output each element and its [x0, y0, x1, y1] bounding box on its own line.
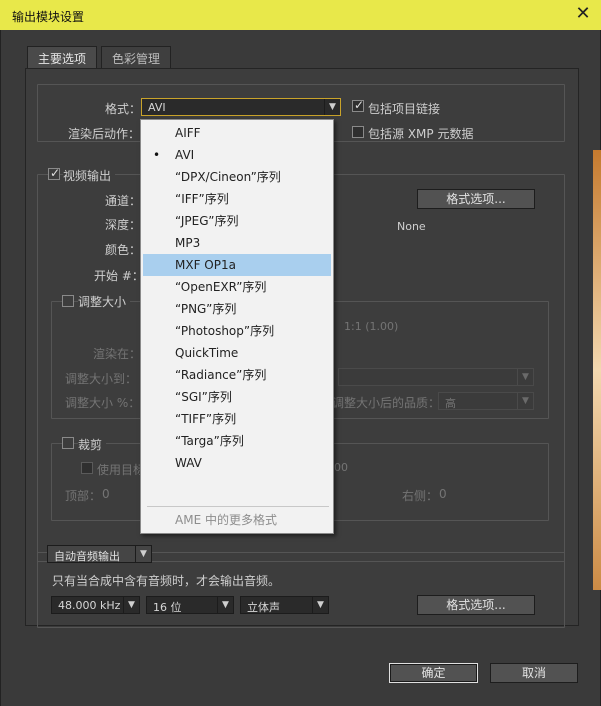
menu-item-label: QuickTime — [175, 346, 239, 360]
sample-rate-value: 48.000 kHz — [58, 599, 121, 612]
channels-value: 立体声 — [247, 601, 280, 614]
menu-item-label: “PNG”序列 — [175, 302, 237, 316]
menu-item-label: MXF OP1a — [175, 258, 236, 272]
menu-item-label: “TIFF”序列 — [175, 412, 237, 426]
chevron-down-icon: ▼ — [517, 369, 533, 385]
menu-item-aiff[interactable]: AIFF — [143, 122, 331, 144]
chevron-down-icon: ▼ — [517, 393, 533, 409]
menu-item-jpeg[interactable]: “JPEG”序列 — [143, 210, 331, 232]
menu-item-mp3[interactable]: MP3 — [143, 232, 331, 254]
close-icon[interactable]: ✕ — [573, 4, 593, 24]
menu-item-label: “OpenEXR”序列 — [175, 280, 267, 294]
resize-quality-value: 高 — [445, 397, 456, 410]
menu-item-label: AVI — [175, 148, 195, 162]
menu-item-wav[interactable]: WAV — [143, 452, 331, 474]
bit-depth-value: 16 位 — [153, 601, 182, 614]
color-label: 颜色： — [105, 243, 142, 257]
audio-mode-value: 自动音频输出 — [54, 550, 120, 563]
sample-rate-select[interactable]: 48.000 kHz ▼ — [51, 596, 140, 614]
include-project-link-label: 包括项目链接 — [368, 102, 441, 116]
menu-item-label: “Radiance”序列 — [175, 368, 267, 382]
menu-item-label: AIFF — [175, 126, 201, 140]
menu-item-mxf[interactable]: MXF OP1a — [143, 254, 331, 276]
dialog: 主要选项 色彩管理 格式： AVI ▼ 包括项目链接 渲染后动作： 包括源 XM… — [0, 30, 601, 706]
menu-item-quicktime[interactable]: QuickTime — [143, 342, 331, 364]
bit-depth-select[interactable]: 16 位 ▼ — [146, 596, 234, 614]
menu-item-label: MP3 — [175, 236, 201, 250]
format-select-value: AVI — [148, 101, 166, 114]
include-project-link-checkbox[interactable] — [352, 98, 364, 112]
window-title: 输出模块设置 — [12, 10, 85, 24]
crop-header: 裁剪 — [78, 436, 107, 453]
menu-item-radiance[interactable]: “Radiance”序列 — [143, 364, 331, 386]
menu-item-label: “DPX/Cineon”序列 — [175, 170, 281, 184]
menu-item-openexr[interactable]: “OpenEXR”序列 — [143, 276, 331, 298]
video-output-header: 视频输出 — [63, 167, 116, 184]
resize-to-label: 调整大小到： — [65, 372, 138, 386]
video-format-options-button[interactable]: 格式选项... — [417, 189, 535, 209]
crop-value-00: 00 — [334, 461, 348, 474]
format-dropdown-menu: AIFF • AVI “DPX/Cineon”序列 “IFF”序列 “JPEG”序… — [140, 119, 334, 534]
menu-item-photoshop[interactable]: “Photoshop”序列 — [143, 320, 331, 342]
menu-item-label: “Photoshop”序列 — [175, 324, 275, 338]
menu-item-label: WAV — [175, 456, 202, 470]
use-target-label: 使用目标 — [97, 463, 146, 477]
menu-item-png[interactable]: “PNG”序列 — [143, 298, 331, 320]
resize-to-select[interactable]: ▼ — [338, 368, 534, 386]
resize-checkbox[interactable] — [62, 295, 74, 307]
tab-main-options[interactable]: 主要选项 — [27, 46, 98, 68]
background-image-edge — [593, 150, 601, 590]
selected-dot-icon: • — [153, 148, 161, 162]
start-label: 开始 #： — [94, 269, 144, 283]
chevron-down-icon: ▼ — [312, 597, 328, 613]
tab-color-management[interactable]: 色彩管理 — [101, 46, 172, 68]
menu-item-sgi[interactable]: “SGI”序列 — [143, 386, 331, 408]
resize-percent-label: 调整大小 %： — [65, 396, 141, 410]
menu-item-label: “Targa”序列 — [175, 434, 244, 448]
resize-quality-select[interactable]: 高 ▼ — [438, 392, 534, 410]
titlebar: 输出模块设置 ✕ — [0, 0, 601, 30]
audio-note: 只有当合成中含有音频时，才会输出音频。 — [52, 574, 281, 588]
channel-label: 通道： — [105, 194, 142, 208]
depth-label: 深度： — [105, 218, 142, 232]
menu-item-label: “IFF”序列 — [175, 192, 229, 206]
crop-checkbox[interactable] — [62, 437, 74, 449]
menu-item-tiff[interactable]: “TIFF”序列 — [143, 408, 331, 430]
format-label: 格式： — [105, 102, 142, 116]
crop-top-label: 顶部： — [65, 489, 102, 503]
resize-quality-label: 调整大小后的品质： — [332, 396, 441, 410]
resize-header: 调整大小 — [78, 293, 131, 310]
include-xmp-checkbox[interactable] — [352, 126, 364, 138]
cancel-button[interactable]: 取消 — [490, 663, 578, 683]
use-target-checkbox[interactable] — [81, 462, 93, 474]
menu-item-more-formats[interactable]: AME 中的更多格式 — [143, 509, 331, 531]
crop-right-label: 右侧： — [402, 489, 439, 503]
audio-mode-select[interactable]: 自动音频输出 ▼ — [47, 545, 152, 563]
codec-value: None — [397, 220, 426, 233]
crop-right-value[interactable]: 0 — [439, 487, 447, 501]
ok-button[interactable]: 确定 — [389, 663, 478, 683]
include-xmp-label: 包括源 XMP 元数据 — [368, 127, 474, 141]
menu-item-label: “JPEG”序列 — [175, 214, 239, 228]
crop-top-value[interactable]: 0 — [102, 487, 110, 501]
video-output-checkbox[interactable] — [48, 166, 60, 180]
chevron-down-icon: ▼ — [217, 597, 233, 613]
menu-item-dpx[interactable]: “DPX/Cineon”序列 — [143, 166, 331, 188]
menu-item-label: “SGI”序列 — [175, 390, 232, 404]
menu-item-avi[interactable]: • AVI — [143, 144, 331, 166]
channels-select[interactable]: 立体声 ▼ — [240, 596, 329, 614]
menu-item-targa[interactable]: “Targa”序列 — [143, 430, 331, 452]
menu-item-label: AME 中的更多格式 — [175, 513, 277, 527]
chevron-down-icon: ▼ — [135, 546, 151, 562]
chevron-down-icon: ▼ — [123, 597, 139, 613]
chevron-down-icon: ▼ — [324, 99, 340, 115]
render-at-label: 渲染在： — [93, 347, 142, 361]
post-render-label: 渲染后动作： — [68, 127, 141, 141]
format-select[interactable]: AVI ▼ — [141, 98, 341, 116]
menu-item-iff[interactable]: “IFF”序列 — [143, 188, 331, 210]
menu-separator — [147, 506, 329, 507]
audio-format-options-button[interactable]: 格式选项... — [417, 595, 535, 615]
resize-ratio-text: 1:1 (1.00) — [344, 320, 399, 333]
